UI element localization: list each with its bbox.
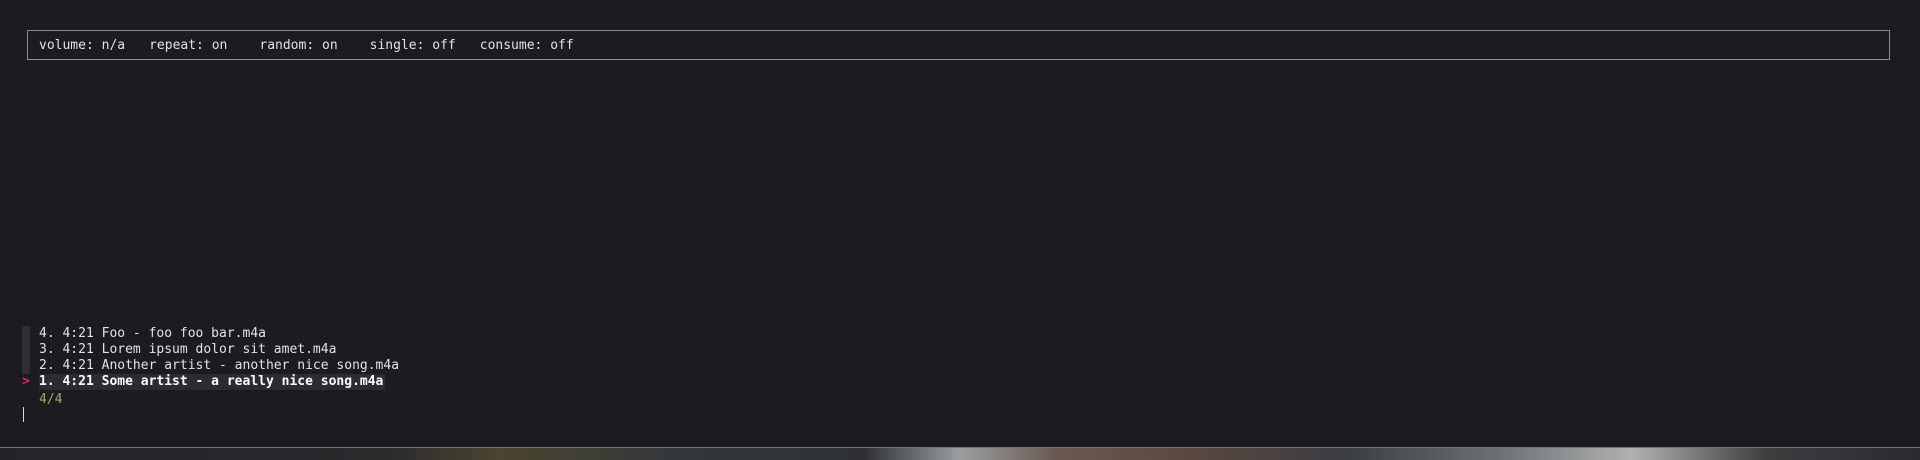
status-bar: volume: n/a repeat: on random: on single… (27, 30, 1890, 60)
desktop-background-strip (0, 447, 1920, 460)
gutter (22, 358, 30, 374)
playlist-item[interactable]: 4. 4:21 Foo - foo foo bar.m4a (22, 326, 622, 342)
input-caret[interactable] (23, 407, 24, 422)
random-status: random: on (259, 37, 338, 53)
repeat-status: repeat: on (149, 37, 228, 53)
playlist-item-label: 3. 4:21 Lorem ipsum dolor sit amet.m4a (39, 342, 337, 357)
gutter (22, 342, 30, 358)
consume-status: consume: off (479, 37, 574, 53)
selection-cursor-icon: > (22, 374, 30, 389)
terminal-window: volume: n/a repeat: on random: on single… (0, 0, 1920, 447)
playlist: 4. 4:21 Foo - foo foo bar.m4a 3. 4:21 Lo… (22, 326, 622, 390)
playlist-item-label: 1. 4:21 Some artist - a really nice song… (39, 374, 386, 390)
volume-status: volume: n/a (39, 37, 126, 53)
playlist-item-label: 2. 4:21 Another artist - another nice so… (39, 358, 400, 373)
single-status: single: off (369, 37, 456, 53)
playlist-item[interactable]: 2. 4:21 Another artist - another nice so… (22, 358, 622, 374)
playlist-item-label: 4. 4:21 Foo - foo foo bar.m4a (39, 326, 266, 341)
playlist-item-selected[interactable]: > 1. 4:21 Some artist - a really nice so… (22, 374, 622, 390)
match-count: 4/4 (39, 392, 63, 407)
playlist-item[interactable]: 3. 4:21 Lorem ipsum dolor sit amet.m4a (22, 342, 622, 358)
gutter (22, 326, 30, 342)
